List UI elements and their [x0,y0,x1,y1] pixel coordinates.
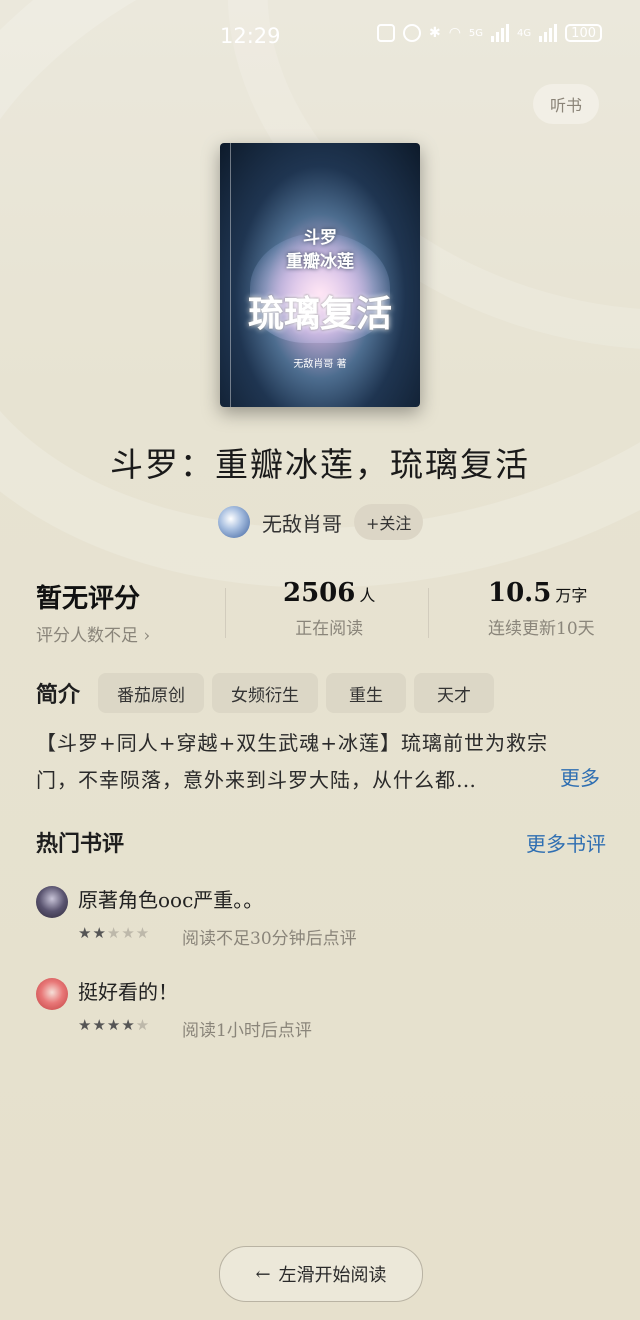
readers-stat: 2506 人 正在阅读 [283,578,375,639]
review-text: 原著角色ooc严重。。 [78,888,264,912]
star-rating: ★★★★★ [78,924,151,942]
status-time: 12:29 [220,24,281,48]
review-note: 阅读1小时后点评 [182,1021,312,1041]
listen-book-button[interactable]: 听书 [533,84,599,124]
start-reading-button[interactable]: ← 左滑开始阅读 [219,1246,423,1302]
readers-value: 2506 [283,578,356,608]
book-title: 斗罗：重瓣冰莲，琉璃复活 [110,445,530,484]
battery-icon: 100 [565,24,602,42]
signal-4g-label: 4G [517,27,532,39]
reviewer-avatar [36,886,68,918]
reviews-title: 热门书评 [36,831,125,857]
tag[interactable]: 女频衍生 [212,673,319,713]
alarm-icon [402,24,421,42]
intro-line: 【斗罗+同人+穿越+双生武魂+冰莲】琉璃前世为救宗 [36,731,549,755]
review-note: 阅读不足30分钟后点评 [182,929,357,949]
author-name[interactable]: 无敌肖哥 [262,508,342,537]
review-item[interactable]: 挺好看的！ ★★★★★ 阅读1小时后点评 [36,976,616,1046]
intro-label: 简介 [36,682,81,708]
cover-author: 无敌肖哥 著 [293,359,347,370]
follow-button[interactable]: +关注 [354,504,424,540]
bluetooth-icon: ✱ [428,25,441,41]
intro-more-link[interactable]: 更多 [560,762,600,791]
author-avatar[interactable] [218,506,250,538]
star-rating: ★★★★★ [78,1016,151,1034]
status-bar: 12:29 ✱ ◠ 5G 4G 100 [0,0,640,76]
words-sub: 连续更新10天 [488,619,595,639]
chevron-right-icon: › [138,626,151,646]
intro-tags-row: 简介 番茄原创 女频衍生 重生 天才 [36,672,604,714]
tag[interactable]: 番茄原创 [98,673,205,713]
readers-sub: 正在阅读 [295,619,364,639]
intro-line: 门，不幸陨落，意外来到斗罗大陆，从什么都… [36,768,477,792]
words-stat: 10.5 万字 连续更新10天 [488,578,595,639]
signal-5g-label: 5G [468,27,484,39]
divider [428,588,429,638]
book-cover[interactable]: 斗罗 重瓣冰莲 琉璃复活 无敌肖哥 著 [220,143,420,407]
rating-main: 暂无评分 [36,584,141,614]
signal-icon [539,24,558,42]
divider [225,588,226,638]
cover-title-line2: 重瓣冰莲 [286,252,354,272]
more-reviews-link[interactable]: 更多书评 [526,828,606,857]
arrow-left-icon: ← [255,1263,271,1285]
signal-icon [491,24,510,42]
start-reading-label: 左滑开始阅读 [278,1265,387,1286]
stats-row: 暂无评分 评分人数不足 › 2506 人 正在阅读 10.5 万字 连续更新10天 [0,578,640,648]
words-unit: 万字 [555,586,588,605]
rating-stat[interactable]: 暂无评分 评分人数不足 › [36,578,150,646]
review-item[interactable]: 原著角色ooc严重。。 ★★★★★ 阅读不足30分钟后点评 [36,884,616,954]
reviewer-avatar [36,978,68,1010]
wifi-icon: ◠ [448,25,461,41]
rating-sub: 评分人数不足 › [36,626,151,646]
status-icons: ✱ ◠ 5G 4G 100 [376,24,602,42]
author-row: 无敌肖哥 +关注 [218,504,424,540]
cover-title-line1: 斗罗 [303,228,337,248]
review-text: 挺好看的！ [78,980,178,1004]
intro-text[interactable]: 【斗罗+同人+穿越+双生武魂+冰莲】琉璃前世为救宗 门，不幸陨落，意外来到斗罗大… [36,725,606,799]
readers-unit: 人 [359,586,376,605]
tag[interactable]: 天才 [414,673,495,713]
nfc-icon [376,24,395,42]
words-value: 10.5 [488,578,552,608]
tag[interactable]: 重生 [326,673,407,713]
cover-title-line3: 琉璃复活 [247,293,392,335]
